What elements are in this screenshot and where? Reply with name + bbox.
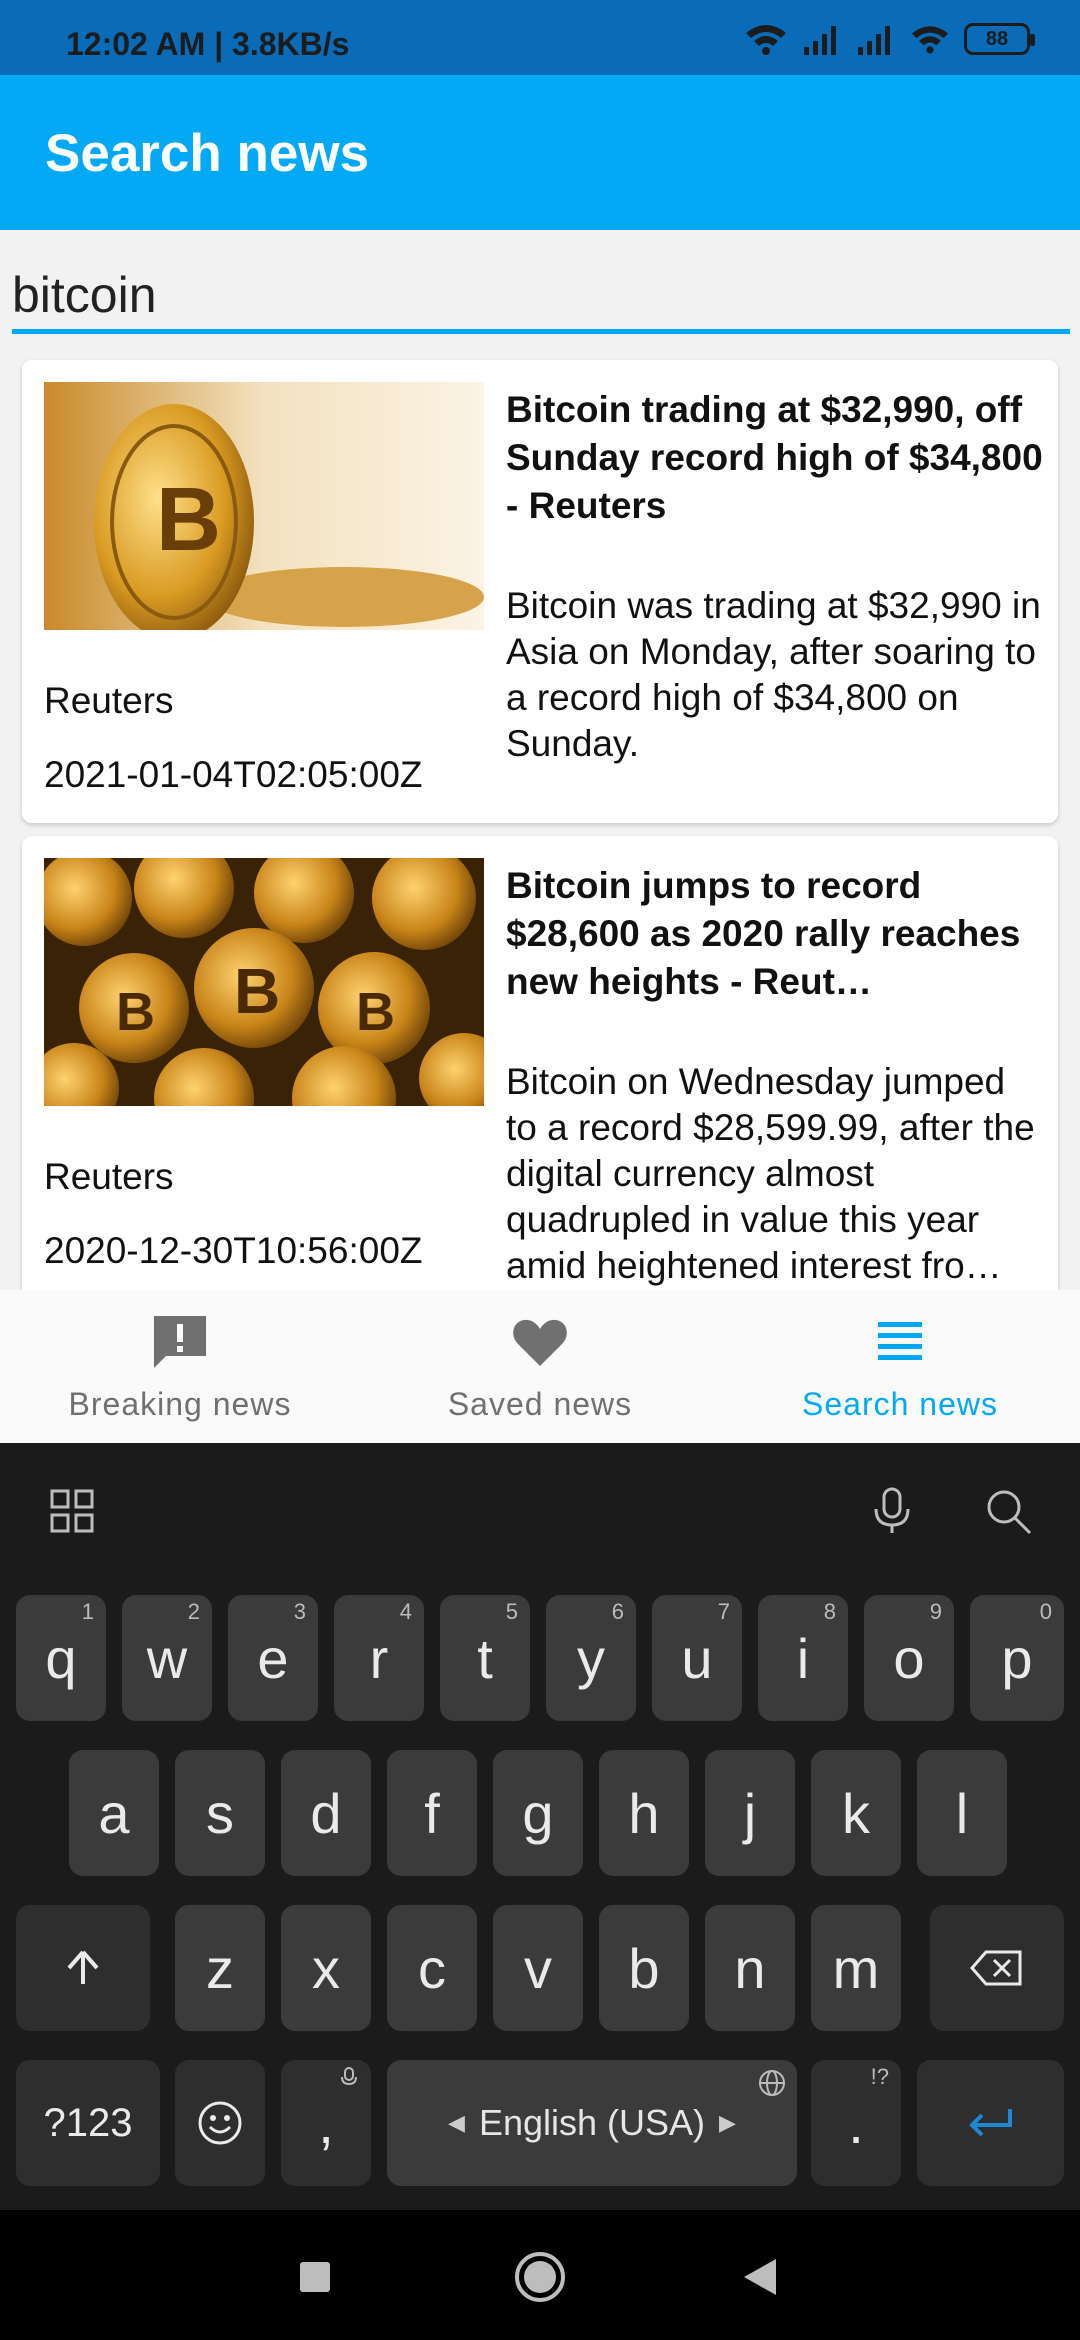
svg-text:B: B [116,982,155,1042]
search-icon[interactable] [980,1483,1036,1539]
nav-label: Search news [802,1386,998,1422]
key-p[interactable]: 0p [970,1595,1064,1721]
key-o[interactable]: 9o [864,1595,954,1721]
shift-key[interactable] [16,1905,150,2031]
key-g[interactable]: g [493,1750,583,1876]
back-icon[interactable] [742,2257,778,2297]
wifi-icon [746,25,786,55]
article-description: Bitcoin was trading at $32,990 in Asia o… [506,585,1041,764]
home-icon[interactable] [513,2250,567,2304]
nav-search-news[interactable]: Search news [720,1290,1080,1443]
key-m[interactable]: m [811,1905,901,2031]
key-z[interactable]: z [175,1905,265,2031]
search-underline [12,329,1070,334]
heart-icon [513,1319,567,1366]
article-source: Reuters [44,680,174,721]
nav-breaking-news[interactable]: Breaking news [0,1290,360,1443]
search-bar [0,230,1080,340]
news-card[interactable]: B Reuters 2021-01-04T02:05:00Z Bitcoin t… [22,360,1058,823]
status-icons: 88 [744,22,1035,56]
symbols-key[interactable]: ?123 [16,2060,160,2186]
key-w[interactable]: 2w [122,1595,212,1721]
key-u[interactable]: 7u [652,1595,742,1721]
emoji-icon [198,2101,242,2145]
nav-label: Saved news [447,1386,633,1422]
keyboard: 1q 2w 3e 4r 5t 6y 7u 8i 9o 0p a s d f g … [0,1443,1080,2210]
grid-icon[interactable] [44,1483,100,1539]
svg-text:B: B [356,982,395,1042]
enter-icon [968,2109,1012,2137]
key-h[interactable]: h [599,1750,689,1876]
svg-text:B: B [156,470,221,570]
svg-text:B: B [234,955,280,1027]
news-card[interactable]: B B B Reuters 2020-12-30T10:56:00Z Bitco… [22,836,1058,1290]
article-date: 2020-12-30T10:56:00Z [44,1230,423,1271]
nav-saved-news[interactable]: Saved news [360,1290,720,1443]
key-b[interactable]: b [599,1905,689,2031]
key-t[interactable]: 5t [440,1595,530,1721]
article-title: Bitcoin trading at $32,990, off Sunday r… [506,389,1043,526]
enter-key[interactable] [917,2060,1064,2186]
backspace-key[interactable] [930,1905,1064,2031]
space-bar[interactable]: ◀ English (USA) ▶ [387,2060,797,2186]
key-c[interactable]: c [387,1905,477,2031]
list-icon [878,1322,922,1360]
bottom-navigation: Breaking news Saved news Search news [0,1290,1080,1443]
key-j[interactable]: j [705,1750,795,1876]
prev-language-icon: ◀ [448,2110,465,2135]
microphone-icon[interactable] [864,1483,920,1539]
key-k[interactable]: k [811,1750,901,1876]
period-key[interactable]: !? . [811,2060,901,2186]
globe-icon [759,2070,785,2096]
keyboard-toolbar [0,1443,1080,1573]
shift-arrow-icon [67,1950,99,1984]
key-r[interactable]: 4r [334,1595,424,1721]
news-list[interactable]: B Reuters 2021-01-04T02:05:00Z Bitcoin t… [0,345,1080,1290]
article-date: 2021-01-04T02:05:00Z [44,754,423,795]
mic-hint-icon [341,2067,357,2086]
emoji-key[interactable] [175,2060,265,2186]
battery-icon: 88 [964,23,1035,55]
key-q[interactable]: 1q [16,1595,106,1721]
article-description: Bitcoin on Wednesday jumped to a record … [506,1061,1035,1286]
wifi-icon-2 [911,26,949,54]
key-s[interactable]: s [175,1750,265,1876]
key-x[interactable]: x [281,1905,371,2031]
key-n[interactable]: n [705,1905,795,2031]
page-title: Search news [45,124,370,183]
space-bar-label: English (USA) [478,2102,706,2143]
status-time: 12:02 AM | 3.8KB/s [66,26,350,62]
status-bar: 12:02 AM | 3.8KB/s 88 [0,0,1080,75]
key-v[interactable]: v [493,1905,583,2031]
backspace-icon [970,1950,1022,1986]
key-f[interactable]: f [387,1750,477,1876]
next-language-icon: ▶ [719,2110,736,2135]
comma-key[interactable]: , [281,2060,371,2186]
signal-icon-2 [858,26,890,55]
key-l[interactable]: l [917,1750,1007,1876]
article-title: Bitcoin jumps to record $28,600 as 2020 … [506,865,1021,1002]
key-d[interactable]: d [281,1750,371,1876]
key-i[interactable]: 8i [758,1595,848,1721]
key-a[interactable]: a [69,1750,159,1876]
article-source: Reuters [44,1156,174,1197]
key-e[interactable]: 3e [228,1595,318,1721]
nav-label: Breaking news [68,1386,292,1422]
key-y[interactable]: 6y [546,1595,636,1721]
system-navigation [0,2210,1080,2340]
article-image: B [44,382,484,630]
search-input[interactable] [12,260,1070,330]
signal-icon [804,26,836,55]
breaking-news-icon [154,1316,206,1368]
app-bar: Search news [0,75,1080,230]
screen: 12:02 AM | 3.8KB/s 88 Search news bitcoi… [0,0,1080,2340]
recents-icon[interactable] [298,2260,332,2294]
article-image: B B B [44,858,484,1106]
